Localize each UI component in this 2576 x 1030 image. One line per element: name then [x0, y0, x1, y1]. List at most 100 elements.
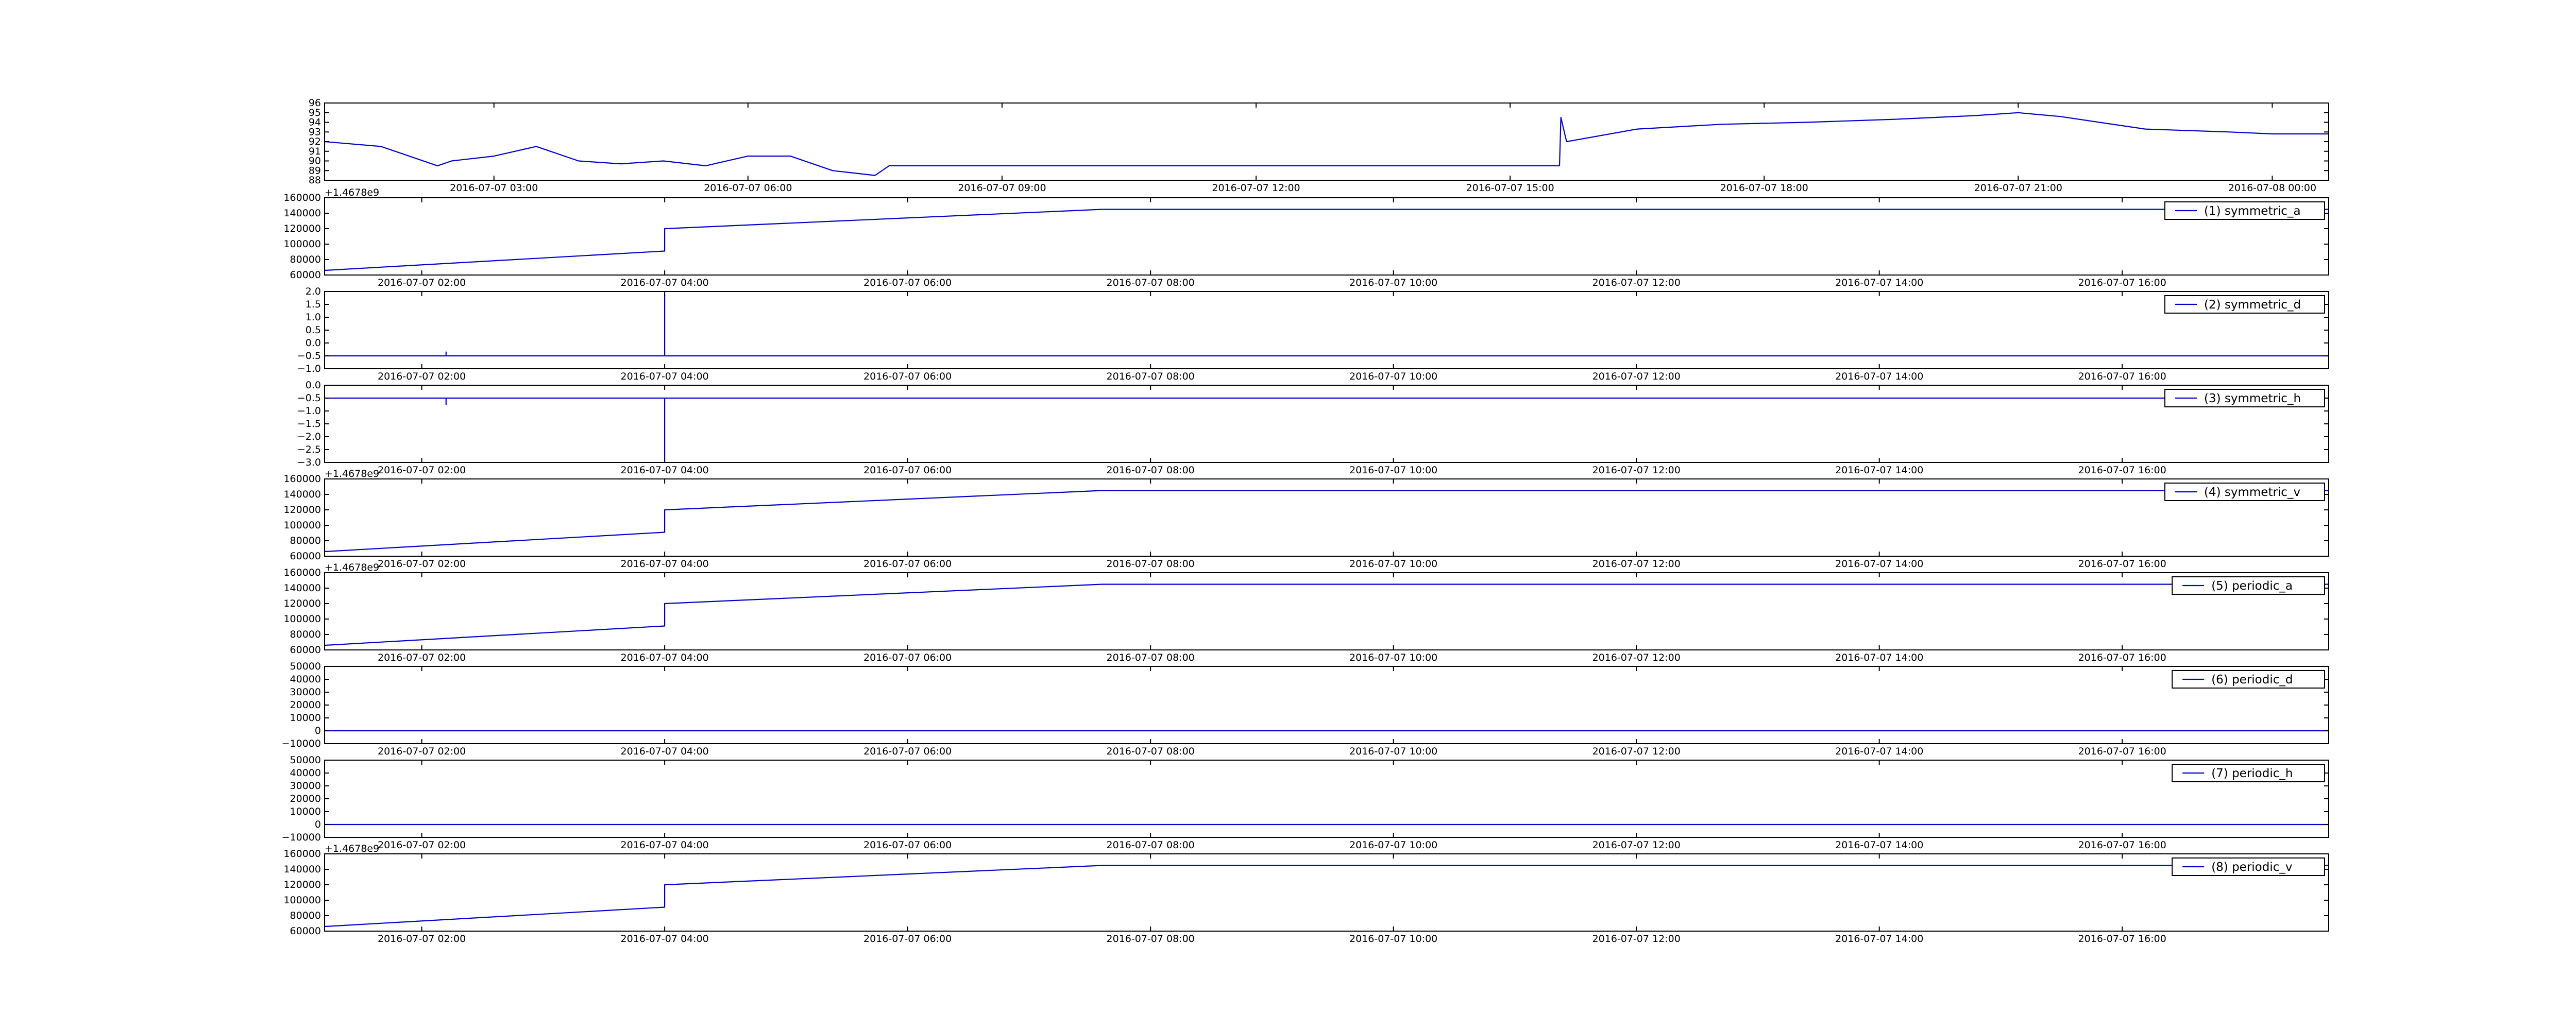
- x-tick-label: 2016-07-07 04:00: [621, 746, 709, 757]
- x-tick-label: 2016-07-07 06:00: [863, 839, 952, 851]
- y-tick-label: −10000: [282, 738, 321, 749]
- x-tick-label: 2016-07-07 12:00: [1212, 182, 1300, 194]
- y-tick-label: 120000: [283, 879, 321, 890]
- axis-offset-label: +1.4678e9: [325, 468, 379, 479]
- y-tick-label: 93: [309, 126, 321, 138]
- series-line-symmetric_d: [325, 293, 2329, 357]
- y-tick-label: −2.5: [297, 444, 321, 455]
- y-tick-label: 91: [309, 146, 321, 157]
- x-tick-label: 2016-07-07 16:00: [2078, 746, 2166, 757]
- x-tick-label: 2016-07-07 06:00: [863, 277, 952, 288]
- x-tick-label: 2016-07-07 10:00: [1349, 558, 1437, 570]
- x-tick-label: 2016-07-07 04:00: [621, 652, 709, 663]
- axis-offset-label: +1.4678e9: [325, 843, 379, 854]
- x-tick-label: 2016-07-07 12:00: [1592, 652, 1681, 663]
- x-tick-label: 2016-07-07 14:00: [1835, 933, 1923, 945]
- legend: (5) periodic_a: [2172, 576, 2326, 595]
- x-tick-label: 2016-07-07 12:00: [1592, 746, 1681, 757]
- x-tick-label: 2016-07-07 08:00: [1107, 933, 1195, 945]
- y-tick-label: 140000: [283, 489, 321, 500]
- x-tick-label: 2016-07-07 10:00: [1349, 839, 1437, 851]
- x-tick-label: 2016-07-07 08:00: [1107, 839, 1195, 851]
- y-tick-label: −1.0: [297, 363, 321, 374]
- x-tick-label: 2016-07-07 04:00: [621, 933, 709, 945]
- series-line-periodic_a: [324, 583, 2329, 646]
- x-tick-label: 2016-07-07 06:00: [863, 652, 952, 663]
- x-tick-label: 2016-07-07 08:00: [1107, 558, 1195, 570]
- y-tick-label: 96: [309, 97, 321, 109]
- x-tick-label: 2016-07-07 10:00: [1349, 652, 1437, 663]
- x-tick-label: 2016-07-07 18:00: [1720, 182, 1808, 194]
- x-tick-label: 2016-07-07 02:00: [378, 277, 466, 288]
- x-tick-label: 2016-07-07 14:00: [1835, 746, 1923, 757]
- y-tick-label: 120000: [283, 598, 321, 609]
- legend-label: (8) periodic_v: [2211, 861, 2292, 874]
- legend-label: (5) periodic_a: [2211, 579, 2293, 593]
- x-tick-label: 2016-07-07 14:00: [1835, 371, 1923, 382]
- y-tick-label: 160000: [283, 192, 321, 203]
- y-tick-label: 120000: [283, 223, 321, 234]
- y-tick-label: 92: [309, 136, 321, 147]
- y-tick-label: −1.5: [297, 418, 321, 430]
- x-tick-label: 2016-07-07 04:00: [621, 371, 709, 382]
- x-tick-label: 2016-07-07 12:00: [1592, 465, 1681, 476]
- y-tick-label: 40000: [290, 674, 321, 685]
- y-tick-label: 50000: [290, 661, 321, 672]
- legend: (7) periodic_h: [2172, 764, 2326, 782]
- axes-frame: [324, 385, 2329, 463]
- x-tick-label: 2016-07-07 16:00: [2078, 465, 2166, 476]
- x-tick-label: 2016-07-07 08:00: [1107, 465, 1195, 476]
- y-tick-label: 20000: [290, 699, 321, 711]
- legend-label: (2) symmetric_d: [2204, 298, 2301, 312]
- y-tick-label: 10000: [290, 712, 321, 724]
- x-tick-label: 2016-07-07 21:00: [1974, 182, 2062, 194]
- y-tick-label: 100000: [283, 238, 321, 250]
- y-tick-label: 94: [309, 117, 321, 128]
- legend: (3) symmetric_h: [2164, 389, 2325, 407]
- y-tick-label: 100000: [283, 895, 321, 906]
- panel-symmetric_d: −1.0−0.50.00.51.0 1.5 2.0 2016-07-07 02:00 2…: [297, 286, 2329, 382]
- axis-offset-label: +1.4678e9: [325, 562, 379, 573]
- x-tick-label: 2016-07-08 00:00: [2228, 182, 2316, 194]
- y-tick-label: −0.5: [297, 392, 321, 404]
- y-tick-label: 160000: [283, 567, 321, 578]
- x-tick-label: 2016-07-07 10:00: [1349, 465, 1437, 476]
- x-tick-label: 2016-07-07 02:00: [378, 371, 466, 382]
- y-tick-label: 1.0: [306, 312, 321, 323]
- panel-top: 888990919293949596 2016-07-07 03:00 2016-0…: [309, 97, 2329, 194]
- x-tick-label: 2016-07-07 16:00: [2078, 277, 2166, 288]
- y-tick-label: −1.0: [297, 405, 321, 417]
- panel-symmetric_h: −3.0 −2.5 −2.0−1.5−1.0−0.50.0 2016-07-07 02…: [297, 380, 2329, 476]
- series-line-top: [324, 112, 2329, 176]
- legend-label: (3) symmetric_h: [2204, 392, 2301, 405]
- x-tick-label: 2016-07-07 10:00: [1349, 746, 1437, 757]
- x-tick-label: 2016-07-07 06:00: [863, 465, 952, 476]
- y-tick-label: 60000: [290, 269, 321, 281]
- y-tick-label: −0.5: [297, 350, 321, 362]
- axes-frame: [324, 291, 2329, 369]
- y-tick-label: 0: [315, 819, 321, 830]
- axes-frame: [324, 102, 2329, 181]
- legend-label: (4) symmetric_v: [2204, 486, 2300, 499]
- x-tick-label: 2016-07-07 04:00: [621, 277, 709, 288]
- x-tick-label: 2016-07-07 02:00: [378, 839, 466, 851]
- y-tick-label: 140000: [283, 864, 321, 875]
- x-tick-label: 2016-07-07 12:00: [1592, 839, 1681, 851]
- y-tick-label: 80000: [290, 535, 321, 546]
- legend: (2) symmetric_d: [2164, 295, 2325, 314]
- y-tick-label: 20000: [290, 793, 321, 804]
- x-tick-label: 2016-07-07 10:00: [1349, 933, 1437, 945]
- x-tick-label: 2016-07-07 06:00: [863, 933, 952, 945]
- x-tick-label: 2016-07-07 06:00: [704, 182, 792, 194]
- x-tick-label: 2016-07-07 02:00: [378, 933, 466, 945]
- y-tick-label: 140000: [283, 208, 321, 219]
- y-tick-label: 160000: [283, 473, 321, 485]
- y-tick-label: 80000: [290, 254, 321, 265]
- figure: 888990919293949596 2016-07-07 03:00 2016-0…: [282, 97, 2329, 945]
- series-line-periodic_v: [324, 865, 2329, 928]
- y-tick-label: 50000: [290, 754, 321, 766]
- x-tick-label: 2016-07-07 06:00: [863, 371, 952, 382]
- y-tick-label: −3.0: [297, 457, 321, 468]
- x-tick-label: 2016-07-07 16:00: [2078, 558, 2166, 570]
- x-tick-label: 2016-07-07 08:00: [1107, 371, 1195, 382]
